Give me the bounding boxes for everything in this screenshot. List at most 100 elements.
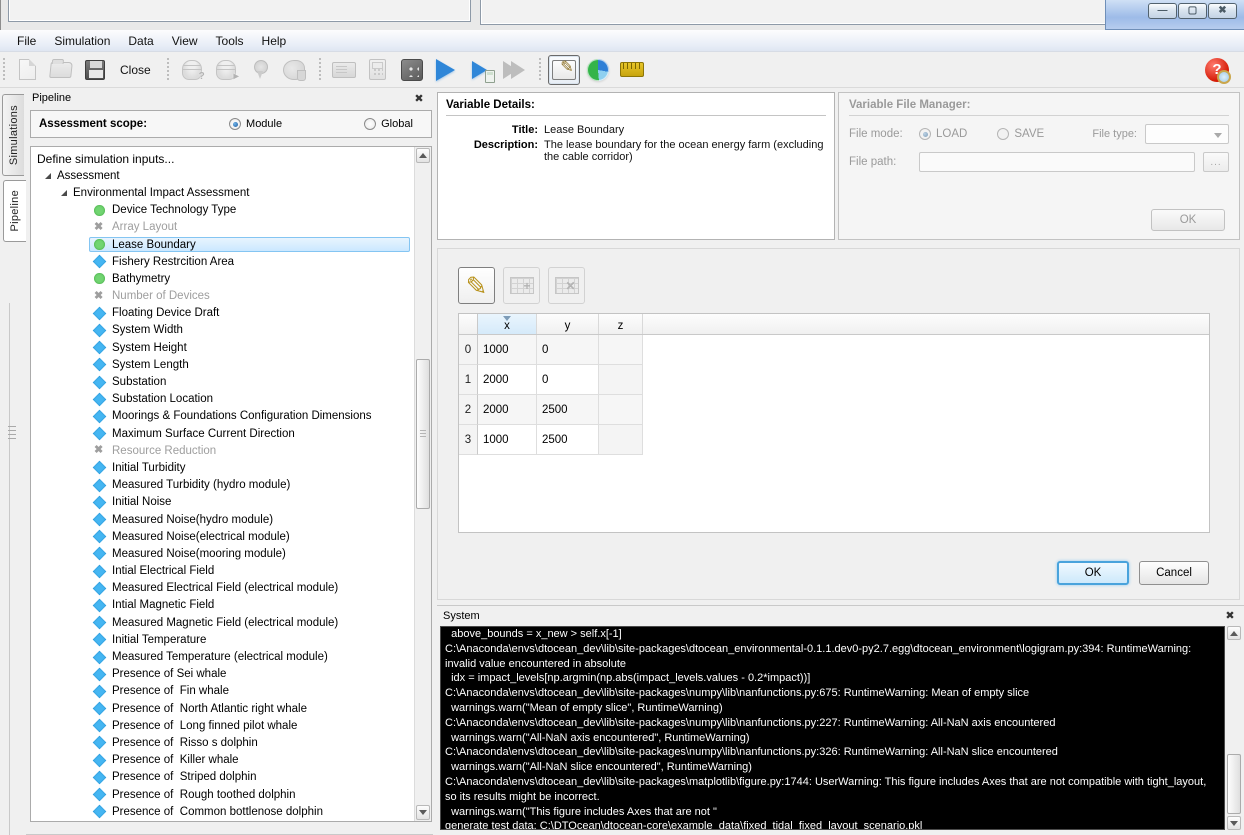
tree-root-item[interactable]: Define simulation inputs... <box>31 150 414 167</box>
tree-item[interactable]: Number of Devices <box>31 288 414 305</box>
file-mode-save-option[interactable]: SAVE <box>997 128 1044 140</box>
file-path-input[interactable] <box>919 152 1195 172</box>
z-cell[interactable] <box>599 335 643 365</box>
ruler-button[interactable] <box>616 55 648 85</box>
console-scrollbar-thumb[interactable] <box>1227 754 1241 814</box>
close-button[interactable]: Close <box>112 57 159 83</box>
tree-group-assessment[interactable]: Assessment <box>31 167 414 184</box>
tree-item[interactable]: Presence of Long finned pilot whale <box>31 717 414 734</box>
run-calc-button[interactable] <box>464 55 496 85</box>
system-close-icon[interactable]: ✖ <box>1222 609 1238 622</box>
tree-item[interactable]: Presence of Rough toothed dolphin <box>31 786 414 803</box>
tree-item[interactable]: Fishery Restrcition Area <box>31 253 414 270</box>
tree-item[interactable]: Presence of Common bottlenose dolphin <box>31 803 414 820</box>
column-header-z[interactable]: z <box>599 314 643 334</box>
tree-item[interactable]: Presence of Sei whale <box>31 666 414 683</box>
x-cell[interactable]: 1000 <box>478 335 537 365</box>
tree-item[interactable]: Measured Turbidity (hydro module) <box>31 477 414 494</box>
global-radio[interactable] <box>364 118 377 130</box>
database-export-button[interactable]: ▸ <box>210 55 242 85</box>
column-header-y[interactable]: y <box>537 314 599 334</box>
delete-row-button[interactable]: ✕ <box>548 267 585 304</box>
window-control-button[interactable]: ▢ <box>1178 3 1207 19</box>
tree-item[interactable]: Bathymetry <box>31 270 414 287</box>
tree-item[interactable]: Lease Boundary <box>31 236 414 253</box>
scope-option-module[interactable]: Module <box>229 118 282 130</box>
z-cell[interactable] <box>599 425 643 455</box>
edit-mode-button[interactable]: ✎ <box>547 54 580 85</box>
tree-item[interactable]: Device Technology Type <box>31 202 414 219</box>
tree-item[interactable]: Measured Noise(hydro module) <box>31 511 414 528</box>
z-cell[interactable] <box>599 365 643 395</box>
open-button[interactable] <box>45 55 77 85</box>
y-cell[interactable]: 2500 <box>537 395 599 425</box>
window-control-button[interactable]: ✖ <box>1208 3 1237 19</box>
tree-item[interactable]: Initial Turbidity <box>31 459 414 476</box>
tree-item[interactable]: Presence of Fin whale <box>31 683 414 700</box>
faucet-button[interactable] <box>278 55 310 85</box>
calculator-button[interactable] <box>362 55 394 85</box>
tree-scrollbar[interactable] <box>414 147 431 821</box>
tree-item[interactable]: Substation Location <box>31 391 414 408</box>
file-type-select[interactable] <box>1145 124 1229 144</box>
y-cell[interactable]: 0 <box>537 335 599 365</box>
z-cell[interactable] <box>599 395 643 425</box>
tree-item[interactable]: Floating Device Draft <box>31 305 414 322</box>
expand-caret-icon[interactable] <box>45 172 51 179</box>
tree-item[interactable]: Maximum Surface Current Direction <box>31 425 414 442</box>
tree-item[interactable]: Substation <box>31 373 414 390</box>
tab-pipeline[interactable]: Pipeline <box>3 180 26 242</box>
system-console[interactable]: above_bounds = x_new > self.x[-1] C:\Anac… <box>440 626 1225 830</box>
pie-chart-button[interactable] <box>582 55 614 85</box>
tree-item[interactable]: System Width <box>31 322 414 339</box>
help-button[interactable]: ? <box>1201 55 1233 85</box>
y-cell[interactable]: 2500 <box>537 425 599 455</box>
scroll-up-icon[interactable] <box>416 148 430 163</box>
tree-group-environmental[interactable]: Environmental Impact Assessment <box>31 184 414 201</box>
run-button[interactable] <box>430 55 462 85</box>
tree-item[interactable]: Measured Temperature (electrical module) <box>31 648 414 665</box>
x-cell[interactable]: 2000 <box>478 365 537 395</box>
new-file-button[interactable] <box>11 55 43 85</box>
scope-option-global[interactable]: Global <box>364 118 413 130</box>
tree-item[interactable]: Resource Reduction <box>31 442 414 459</box>
tree-item[interactable]: Array Layout <box>31 219 414 236</box>
menu-item[interactable]: File <box>8 30 45 51</box>
tree-item[interactable]: Measured Noise(mooring module) <box>31 545 414 562</box>
add-row-button[interactable]: + <box>503 267 540 304</box>
tree-item[interactable]: Presence of Killer whale <box>31 752 414 769</box>
tree-item[interactable]: Presence of North Atlantic right whale <box>31 700 414 717</box>
tab-simulations[interactable]: Simulations <box>2 94 24 176</box>
menu-item[interactable]: Simulation <box>45 30 119 51</box>
tree-item[interactable]: Measured Magnetic Field (electrical modu… <box>31 614 414 631</box>
tree-scrollbar-thumb[interactable] <box>416 359 430 509</box>
x-cell[interactable]: 1000 <box>478 425 537 455</box>
tree-item[interactable]: Moorings & Foundations Configuration Dim… <box>31 408 414 425</box>
tree-item[interactable]: System Length <box>31 356 414 373</box>
save-button[interactable] <box>79 55 111 85</box>
scroll-down-icon[interactable] <box>1227 816 1241 830</box>
expand-caret-icon[interactable] <box>61 189 67 196</box>
column-header-x[interactable]: x <box>478 314 537 334</box>
cancel-button[interactable]: Cancel <box>1139 561 1209 585</box>
splitter-grip[interactable] <box>8 426 16 440</box>
tree-item[interactable]: Presence of Risso s dolphin <box>31 734 414 751</box>
database-query-button[interactable]: ? <box>176 55 208 85</box>
window-control-button[interactable]: — <box>1148 3 1177 19</box>
scroll-up-icon[interactable] <box>1227 626 1241 640</box>
file-mode-load-option[interactable]: LOAD <box>919 128 967 140</box>
fast-forward-button[interactable] <box>498 55 530 85</box>
tree-item[interactable]: Initial Noise <box>31 494 414 511</box>
menu-item[interactable]: Help <box>253 30 296 51</box>
scroll-down-icon[interactable] <box>416 805 430 820</box>
menu-item[interactable]: Data <box>119 30 162 51</box>
console-scrollbar[interactable] <box>1226 626 1242 830</box>
tree-item[interactable]: Intial Electrical Field <box>31 563 414 580</box>
edit-table-button[interactable]: ✎ <box>458 267 495 304</box>
pipeline-close-icon[interactable]: ✖ <box>411 92 427 105</box>
x-cell[interactable]: 2000 <box>478 395 537 425</box>
ok-button[interactable]: OK <box>1057 561 1129 585</box>
menu-item[interactable]: Tools <box>207 30 253 51</box>
tree-item[interactable]: Initial Temperature <box>31 631 414 648</box>
browse-button[interactable]: ... <box>1203 152 1229 172</box>
